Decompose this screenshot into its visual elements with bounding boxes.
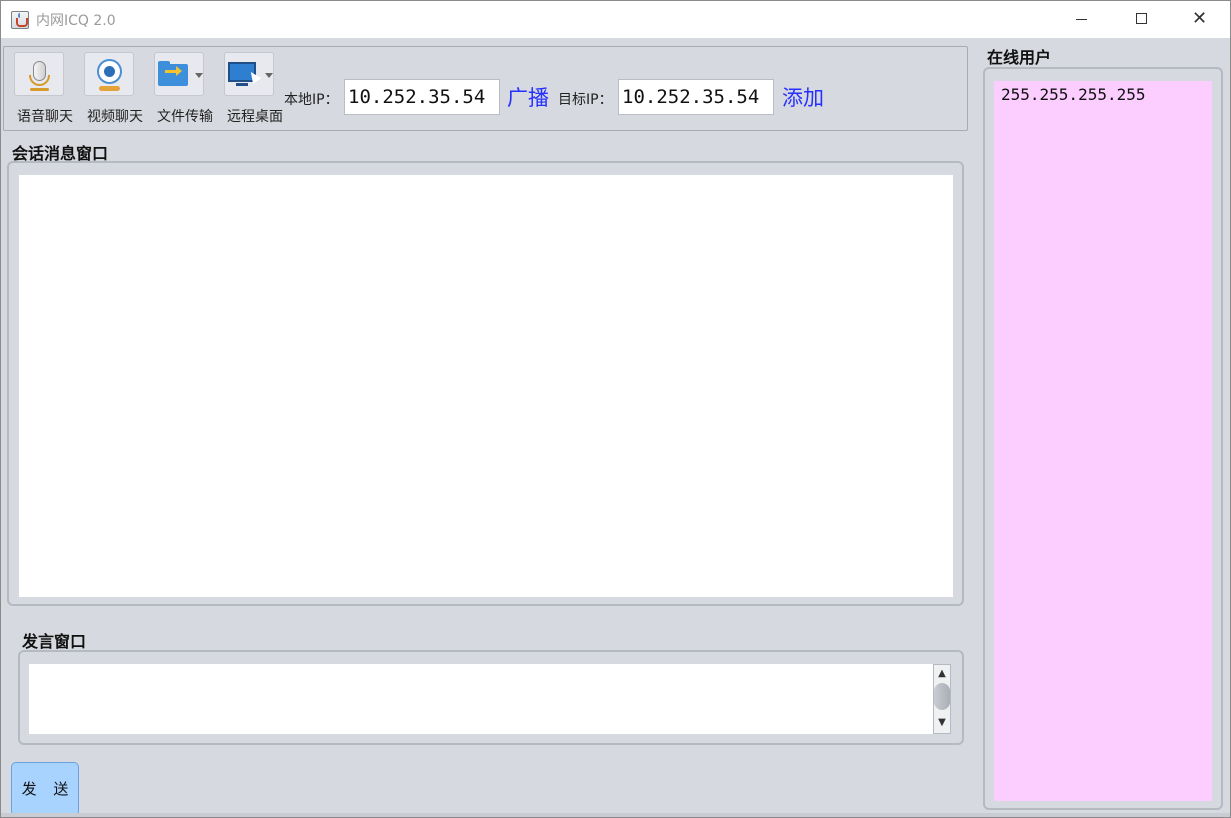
voice-chat-button[interactable]: 语音聊天 bbox=[12, 52, 76, 125]
folder-transfer-icon bbox=[154, 52, 204, 96]
message-scrollbar[interactable]: ▲ ▼ bbox=[933, 664, 951, 734]
remote-desktop-icon bbox=[224, 52, 274, 96]
minimize-icon bbox=[1076, 19, 1087, 20]
close-button[interactable]: ✕ bbox=[1177, 1, 1223, 38]
voice-chat-label: 语音聊天 bbox=[17, 109, 73, 125]
window-title: 内网ICQ 2.0 bbox=[36, 13, 116, 29]
java-app-icon bbox=[11, 11, 29, 29]
title-bar: 内网ICQ 2.0 ✕ bbox=[1, 1, 1230, 38]
remote-desktop-button[interactable]: 远程桌面 bbox=[222, 52, 286, 125]
scroll-up-icon[interactable]: ▲ bbox=[934, 666, 950, 682]
target-ip-input[interactable]: 10.252.35.54 bbox=[618, 79, 774, 115]
scroll-thumb[interactable] bbox=[934, 683, 950, 710]
video-chat-button[interactable]: 视频聊天 bbox=[82, 52, 146, 125]
dropdown-arrow-icon bbox=[265, 73, 273, 78]
maximize-button[interactable] bbox=[1119, 1, 1165, 38]
compose-frame: ▲ ▼ bbox=[18, 650, 964, 745]
local-ip-input[interactable]: 10.252.35.54 bbox=[344, 79, 500, 115]
file-transfer-button[interactable]: 文件传输 bbox=[152, 52, 216, 125]
main-content: 语音聊天 视频聊天 文件传输 远程桌面 本地IP： 10.252.35.54 广… bbox=[1, 38, 1230, 817]
message-input[interactable] bbox=[29, 664, 933, 734]
scroll-down-icon[interactable]: ▼ bbox=[934, 715, 950, 731]
microphone-icon bbox=[14, 52, 64, 96]
bottom-edge bbox=[1, 813, 1230, 817]
app-window: 内网ICQ 2.0 ✕ 语音聊天 视频聊天 文件传输 远程桌面 本地IP： 10… bbox=[0, 0, 1231, 818]
toolbar: 语音聊天 视频聊天 文件传输 远程桌面 本地IP： 10.252.35.54 广… bbox=[3, 46, 968, 131]
webcam-icon bbox=[84, 52, 134, 96]
file-transfer-label: 文件传输 bbox=[157, 109, 213, 125]
add-button[interactable]: 添加 bbox=[782, 82, 824, 112]
local-ip-label: 本地IP： bbox=[284, 92, 339, 108]
compose-window-title: 发言窗口 bbox=[22, 632, 87, 651]
minimize-button[interactable] bbox=[1059, 1, 1105, 38]
maximize-icon bbox=[1136, 13, 1147, 24]
broadcast-button[interactable]: 广播 bbox=[507, 82, 549, 112]
video-chat-label: 视频聊天 bbox=[87, 109, 143, 125]
close-icon: ✕ bbox=[1192, 8, 1208, 29]
online-user-item[interactable]: 255.255.255.255 bbox=[1001, 85, 1146, 104]
chat-messages-area[interactable] bbox=[19, 175, 953, 597]
online-users-frame: 255.255.255.255 bbox=[983, 67, 1223, 810]
target-ip-label: 目标IP： bbox=[558, 92, 613, 108]
chat-frame bbox=[7, 161, 964, 606]
online-users-list[interactable]: 255.255.255.255 bbox=[994, 81, 1212, 801]
online-users-title: 在线用户 bbox=[987, 48, 1052, 67]
dropdown-arrow-icon bbox=[195, 73, 203, 78]
remote-desktop-label: 远程桌面 bbox=[227, 109, 283, 125]
send-button[interactable]: 发 送 bbox=[11, 762, 79, 816]
